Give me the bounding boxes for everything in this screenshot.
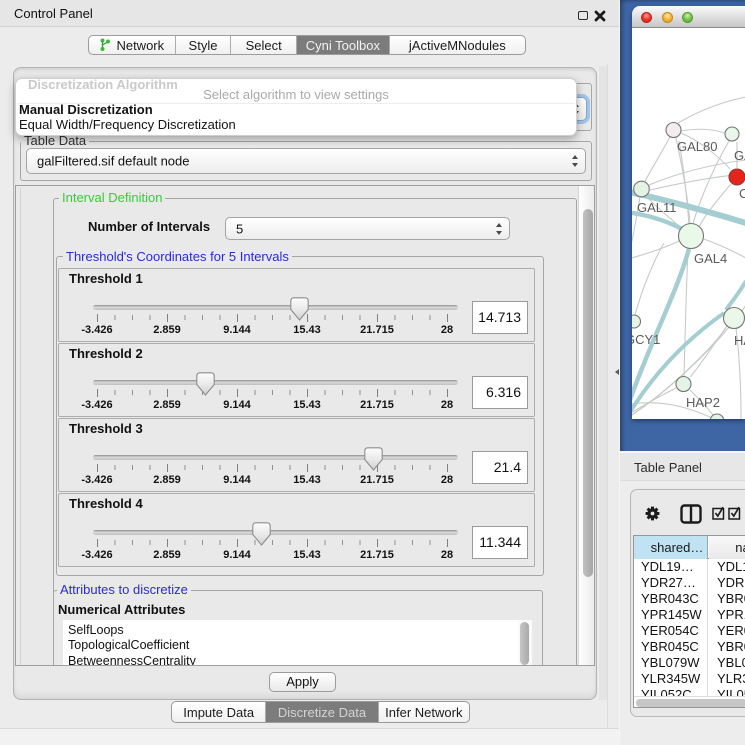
svg-text:GAL11: GAL11 bbox=[637, 200, 677, 215]
svg-text:GAL4: GAL4 bbox=[694, 251, 727, 266]
svg-text:HA: HA bbox=[734, 333, 745, 348]
svg-text:HAP2: HAP2 bbox=[686, 395, 720, 410]
svg-text:GCY1: GCY1 bbox=[632, 332, 660, 347]
svg-text:GAL80: GAL80 bbox=[677, 139, 717, 154]
svg-text:GA: GA bbox=[734, 148, 745, 163]
svg-text:CD: CD bbox=[739, 186, 745, 201]
